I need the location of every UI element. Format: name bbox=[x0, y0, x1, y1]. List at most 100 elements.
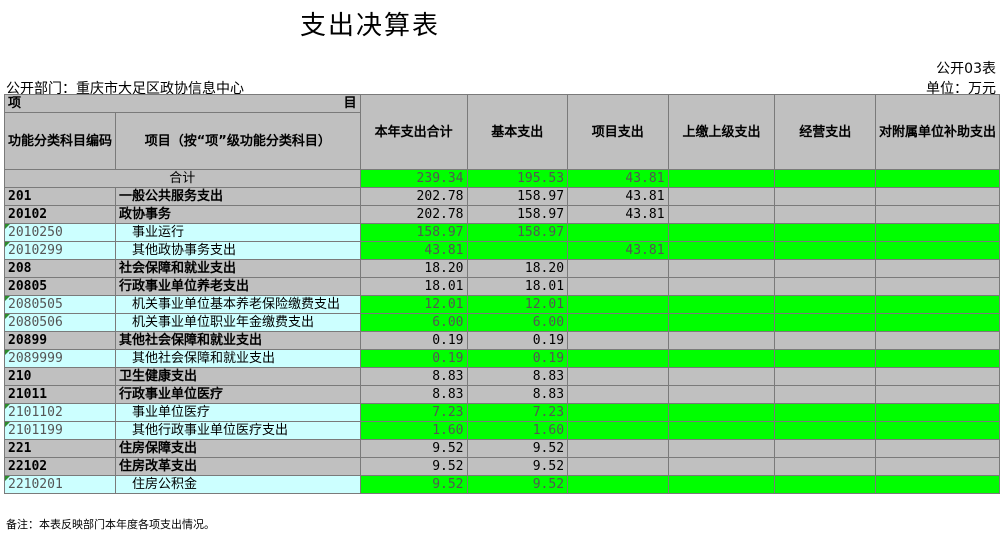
row-value-2[interactable] bbox=[567, 439, 669, 458]
row-value-0[interactable]: 7.23 bbox=[359, 403, 468, 422]
row-code[interactable]: 2010299 bbox=[3, 241, 117, 260]
total-label[interactable]: 合计 bbox=[4, 169, 361, 188]
row-name[interactable]: 一般公共服务支出 bbox=[115, 187, 361, 206]
row-value-2[interactable] bbox=[567, 367, 669, 386]
row-code[interactable]: 208 bbox=[3, 259, 117, 278]
row-value-2[interactable] bbox=[567, 331, 669, 350]
row-value-1[interactable]: 8.83 bbox=[466, 367, 569, 386]
row-value-2[interactable]: 43.81 bbox=[567, 187, 669, 206]
row-value-0[interactable]: 12.01 bbox=[359, 295, 468, 314]
row-value-3[interactable] bbox=[667, 475, 776, 494]
row-value-5[interactable] bbox=[874, 241, 1000, 260]
row-value-4[interactable] bbox=[774, 205, 876, 224]
row-value-5[interactable] bbox=[874, 367, 1000, 386]
row-value-2[interactable] bbox=[567, 259, 669, 278]
row-value-1[interactable]: 7.23 bbox=[466, 403, 569, 422]
row-value-0[interactable]: 0.19 bbox=[359, 331, 468, 350]
row-value-2[interactable] bbox=[567, 277, 669, 296]
row-value-5[interactable] bbox=[874, 331, 1000, 350]
row-value-4[interactable] bbox=[774, 475, 876, 494]
col-header-remit-upper[interactable]: 上缴上级支出 bbox=[667, 94, 776, 170]
row-value-5[interactable] bbox=[874, 349, 1000, 368]
row-value-2[interactable] bbox=[567, 403, 669, 422]
row-value-5[interactable] bbox=[874, 439, 1000, 458]
row-value-5[interactable] bbox=[874, 385, 1000, 404]
row-value-2[interactable] bbox=[567, 457, 669, 476]
row-code[interactable]: 20805 bbox=[3, 277, 117, 296]
table-row[interactable]: 2010299 其他政协事务支出 43.81 43.81 bbox=[3, 241, 1000, 260]
col-header-subsidy[interactable]: 对附属单位补助支出 bbox=[874, 94, 1000, 170]
row-value-0[interactable]: 202.78 bbox=[359, 187, 468, 206]
row-code[interactable]: 2101199 bbox=[3, 421, 117, 440]
row-value-2[interactable]: 43.81 bbox=[567, 241, 669, 260]
row-value-3[interactable] bbox=[667, 187, 776, 206]
row-value-0[interactable]: 43.81 bbox=[359, 241, 468, 260]
table-row[interactable]: 221 住房保障支出 9.52 9.52 bbox=[3, 439, 1000, 458]
row-value-3[interactable] bbox=[667, 205, 776, 224]
row-name[interactable]: 机关事业单位职业年金缴费支出 bbox=[115, 313, 361, 332]
row-value-0[interactable]: 8.83 bbox=[359, 367, 468, 386]
row-value-0[interactable]: 18.01 bbox=[359, 277, 468, 296]
table-row[interactable]: 2089999 其他社会保障和就业支出 0.19 0.19 bbox=[3, 349, 1000, 368]
row-value-3[interactable] bbox=[667, 367, 776, 386]
row-value-0[interactable]: 1.60 bbox=[359, 421, 468, 440]
row-code[interactable]: 2080505 bbox=[3, 295, 117, 314]
row-value-3[interactable] bbox=[667, 277, 776, 296]
row-value-0[interactable]: 158.97 bbox=[359, 223, 468, 242]
row-value-0[interactable]: 9.52 bbox=[359, 439, 468, 458]
row-value-1[interactable]: 9.52 bbox=[466, 439, 569, 458]
row-value-3[interactable] bbox=[667, 259, 776, 278]
table-row[interactable]: 2210201 住房公积金 9.52 9.52 bbox=[3, 475, 1000, 494]
row-value-4[interactable] bbox=[774, 439, 876, 458]
table-row[interactable]: 20899 其他社会保障和就业支出 0.19 0.19 bbox=[3, 331, 1000, 350]
row-code[interactable]: 210 bbox=[3, 367, 117, 386]
row-value-1[interactable]: 18.01 bbox=[466, 277, 569, 296]
row-code[interactable]: 221 bbox=[3, 439, 117, 458]
row-name[interactable]: 住房公积金 bbox=[115, 475, 361, 494]
row-name[interactable]: 卫生健康支出 bbox=[115, 367, 361, 386]
row-value-4[interactable] bbox=[774, 241, 876, 260]
row-value-5[interactable] bbox=[874, 295, 1000, 314]
row-value-4[interactable] bbox=[774, 295, 876, 314]
row-name[interactable]: 其他政协事务支出 bbox=[115, 241, 361, 260]
row-value-4[interactable] bbox=[774, 223, 876, 242]
row-value-3[interactable] bbox=[667, 403, 776, 422]
row-name[interactable]: 政协事务 bbox=[115, 205, 361, 224]
table-row[interactable]: 2080506 机关事业单位职业年金缴费支出 6.00 6.00 bbox=[3, 313, 1000, 332]
total-cell-5[interactable] bbox=[874, 169, 1000, 188]
row-value-4[interactable] bbox=[774, 385, 876, 404]
row-value-2[interactable] bbox=[567, 349, 669, 368]
table-row[interactable]: 20102 政协事务 202.78 158.97 43.81 bbox=[3, 205, 1000, 224]
row-value-3[interactable] bbox=[667, 295, 776, 314]
total-cell-1[interactable]: 195.53 bbox=[466, 169, 569, 188]
row-value-1[interactable]: 6.00 bbox=[466, 313, 569, 332]
table-row[interactable]: 21011 行政事业单位医疗 8.83 8.83 bbox=[3, 385, 1000, 404]
row-value-5[interactable] bbox=[874, 421, 1000, 440]
row-value-5[interactable] bbox=[874, 475, 1000, 494]
row-value-4[interactable] bbox=[774, 313, 876, 332]
row-name[interactable]: 住房保障支出 bbox=[115, 439, 361, 458]
row-value-3[interactable] bbox=[667, 421, 776, 440]
table-row[interactable]: 208 社会保障和就业支出 18.20 18.20 bbox=[3, 259, 1000, 278]
row-code[interactable]: 2210201 bbox=[3, 475, 117, 494]
row-value-4[interactable] bbox=[774, 277, 876, 296]
row-value-0[interactable]: 0.19 bbox=[359, 349, 468, 368]
row-value-2[interactable] bbox=[567, 223, 669, 242]
row-value-4[interactable] bbox=[774, 259, 876, 278]
row-value-1[interactable]: 0.19 bbox=[466, 349, 569, 368]
table-row[interactable]: 22102 住房改革支出 9.52 9.52 bbox=[3, 457, 1000, 476]
row-name[interactable]: 机关事业单位基本养老保险缴费支出 bbox=[115, 295, 361, 314]
row-value-5[interactable] bbox=[874, 223, 1000, 242]
row-value-3[interactable] bbox=[667, 223, 776, 242]
row-value-3[interactable] bbox=[667, 313, 776, 332]
row-code[interactable]: 2101102 bbox=[3, 403, 117, 422]
total-cell-3[interactable] bbox=[667, 169, 776, 188]
row-value-5[interactable] bbox=[874, 277, 1000, 296]
row-value-1[interactable]: 9.52 bbox=[466, 457, 569, 476]
row-value-4[interactable] bbox=[774, 421, 876, 440]
row-value-0[interactable]: 6.00 bbox=[359, 313, 468, 332]
row-value-2[interactable]: 43.81 bbox=[567, 205, 669, 224]
row-code[interactable]: 21011 bbox=[3, 385, 117, 404]
table-row[interactable]: 2080505 机关事业单位基本养老保险缴费支出 12.01 12.01 bbox=[3, 295, 1000, 314]
row-code[interactable]: 20899 bbox=[3, 331, 117, 350]
